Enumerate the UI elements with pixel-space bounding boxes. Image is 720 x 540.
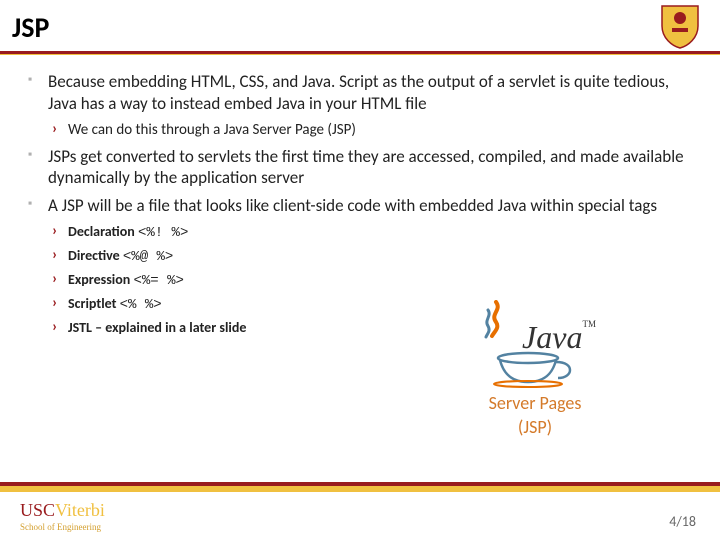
slide-header: JSP xyxy=(0,0,720,49)
slide-content: Because embedding HTML, CSS, and Java. S… xyxy=(0,55,720,336)
tag-code: <% %> xyxy=(120,297,162,313)
tag-name: Declaration xyxy=(68,223,135,240)
bullet-text: A JSP will be a file that looks like cli… xyxy=(48,195,657,216)
java-subtitle-2: (JSP) xyxy=(440,416,630,438)
bullet-text: Because embedding HTML, CSS, and Java. S… xyxy=(48,71,669,114)
coffee-cup-icon xyxy=(490,350,580,390)
coffee-steam-icon xyxy=(474,300,518,356)
list-item: Because embedding HTML, CSS, and Java. S… xyxy=(28,71,692,140)
tag-code: <%= %> xyxy=(133,273,183,289)
trademark: TM xyxy=(582,319,596,329)
bullet-text: JSPs get converted to servlets the first… xyxy=(48,146,684,189)
list-item: We can do this through a Java Server Pag… xyxy=(48,121,692,140)
bullet-list: Because embedding HTML, CSS, and Java. S… xyxy=(28,71,692,336)
bullet-text: We can do this through a Java Server Pag… xyxy=(68,121,356,139)
viterbi-text: Viterbi xyxy=(55,500,105,520)
tag-name: Scriptlet xyxy=(68,295,116,312)
sub-list: We can do this through a Java Server Pag… xyxy=(48,121,692,140)
tag-code: <%@ %> xyxy=(123,249,173,265)
page-title: JSP xyxy=(12,10,700,45)
java-subtitle-1: Server Pages xyxy=(440,392,630,414)
bullet-text: JSTL – explained in a later slide xyxy=(68,319,246,336)
list-item: JSPs get converted to servlets the first… xyxy=(28,146,692,190)
school-text: School of Engineering xyxy=(20,522,105,532)
usc-shield-icon xyxy=(660,4,700,50)
list-item: Directive <%@ %> xyxy=(48,247,692,267)
tag-code: <%! %> xyxy=(138,225,188,241)
usc-text: USCViterbi xyxy=(20,500,105,521)
footer-bar-gold xyxy=(0,486,720,492)
tag-name: Expression xyxy=(68,271,130,288)
usc-viterbi-logo: USCViterbi School of Engineering xyxy=(20,500,105,532)
java-logo-top: JavaTM xyxy=(440,300,630,356)
list-item: Declaration <%! %> xyxy=(48,223,692,243)
java-jsp-logo: JavaTM Server Pages (JSP) xyxy=(440,300,630,438)
tag-name: Directive xyxy=(68,247,120,264)
page-number: 4/18 xyxy=(669,513,696,530)
list-item: Expression <%= %> xyxy=(48,271,692,291)
